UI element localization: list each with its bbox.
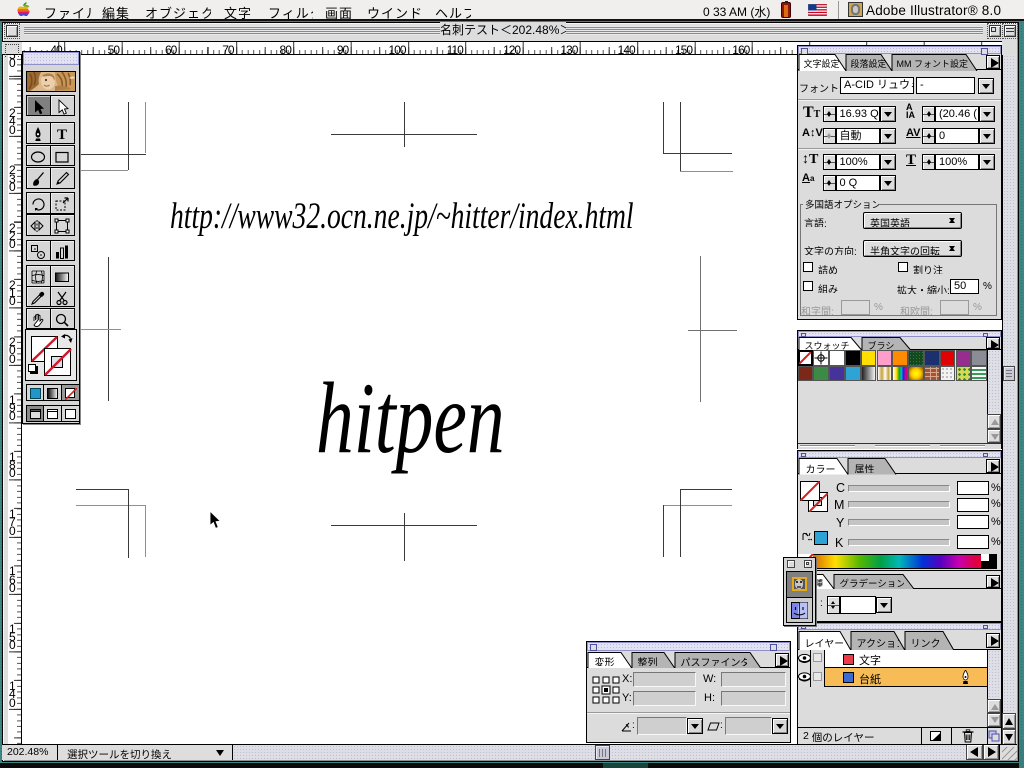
svg-text:T: T [57,127,67,142]
